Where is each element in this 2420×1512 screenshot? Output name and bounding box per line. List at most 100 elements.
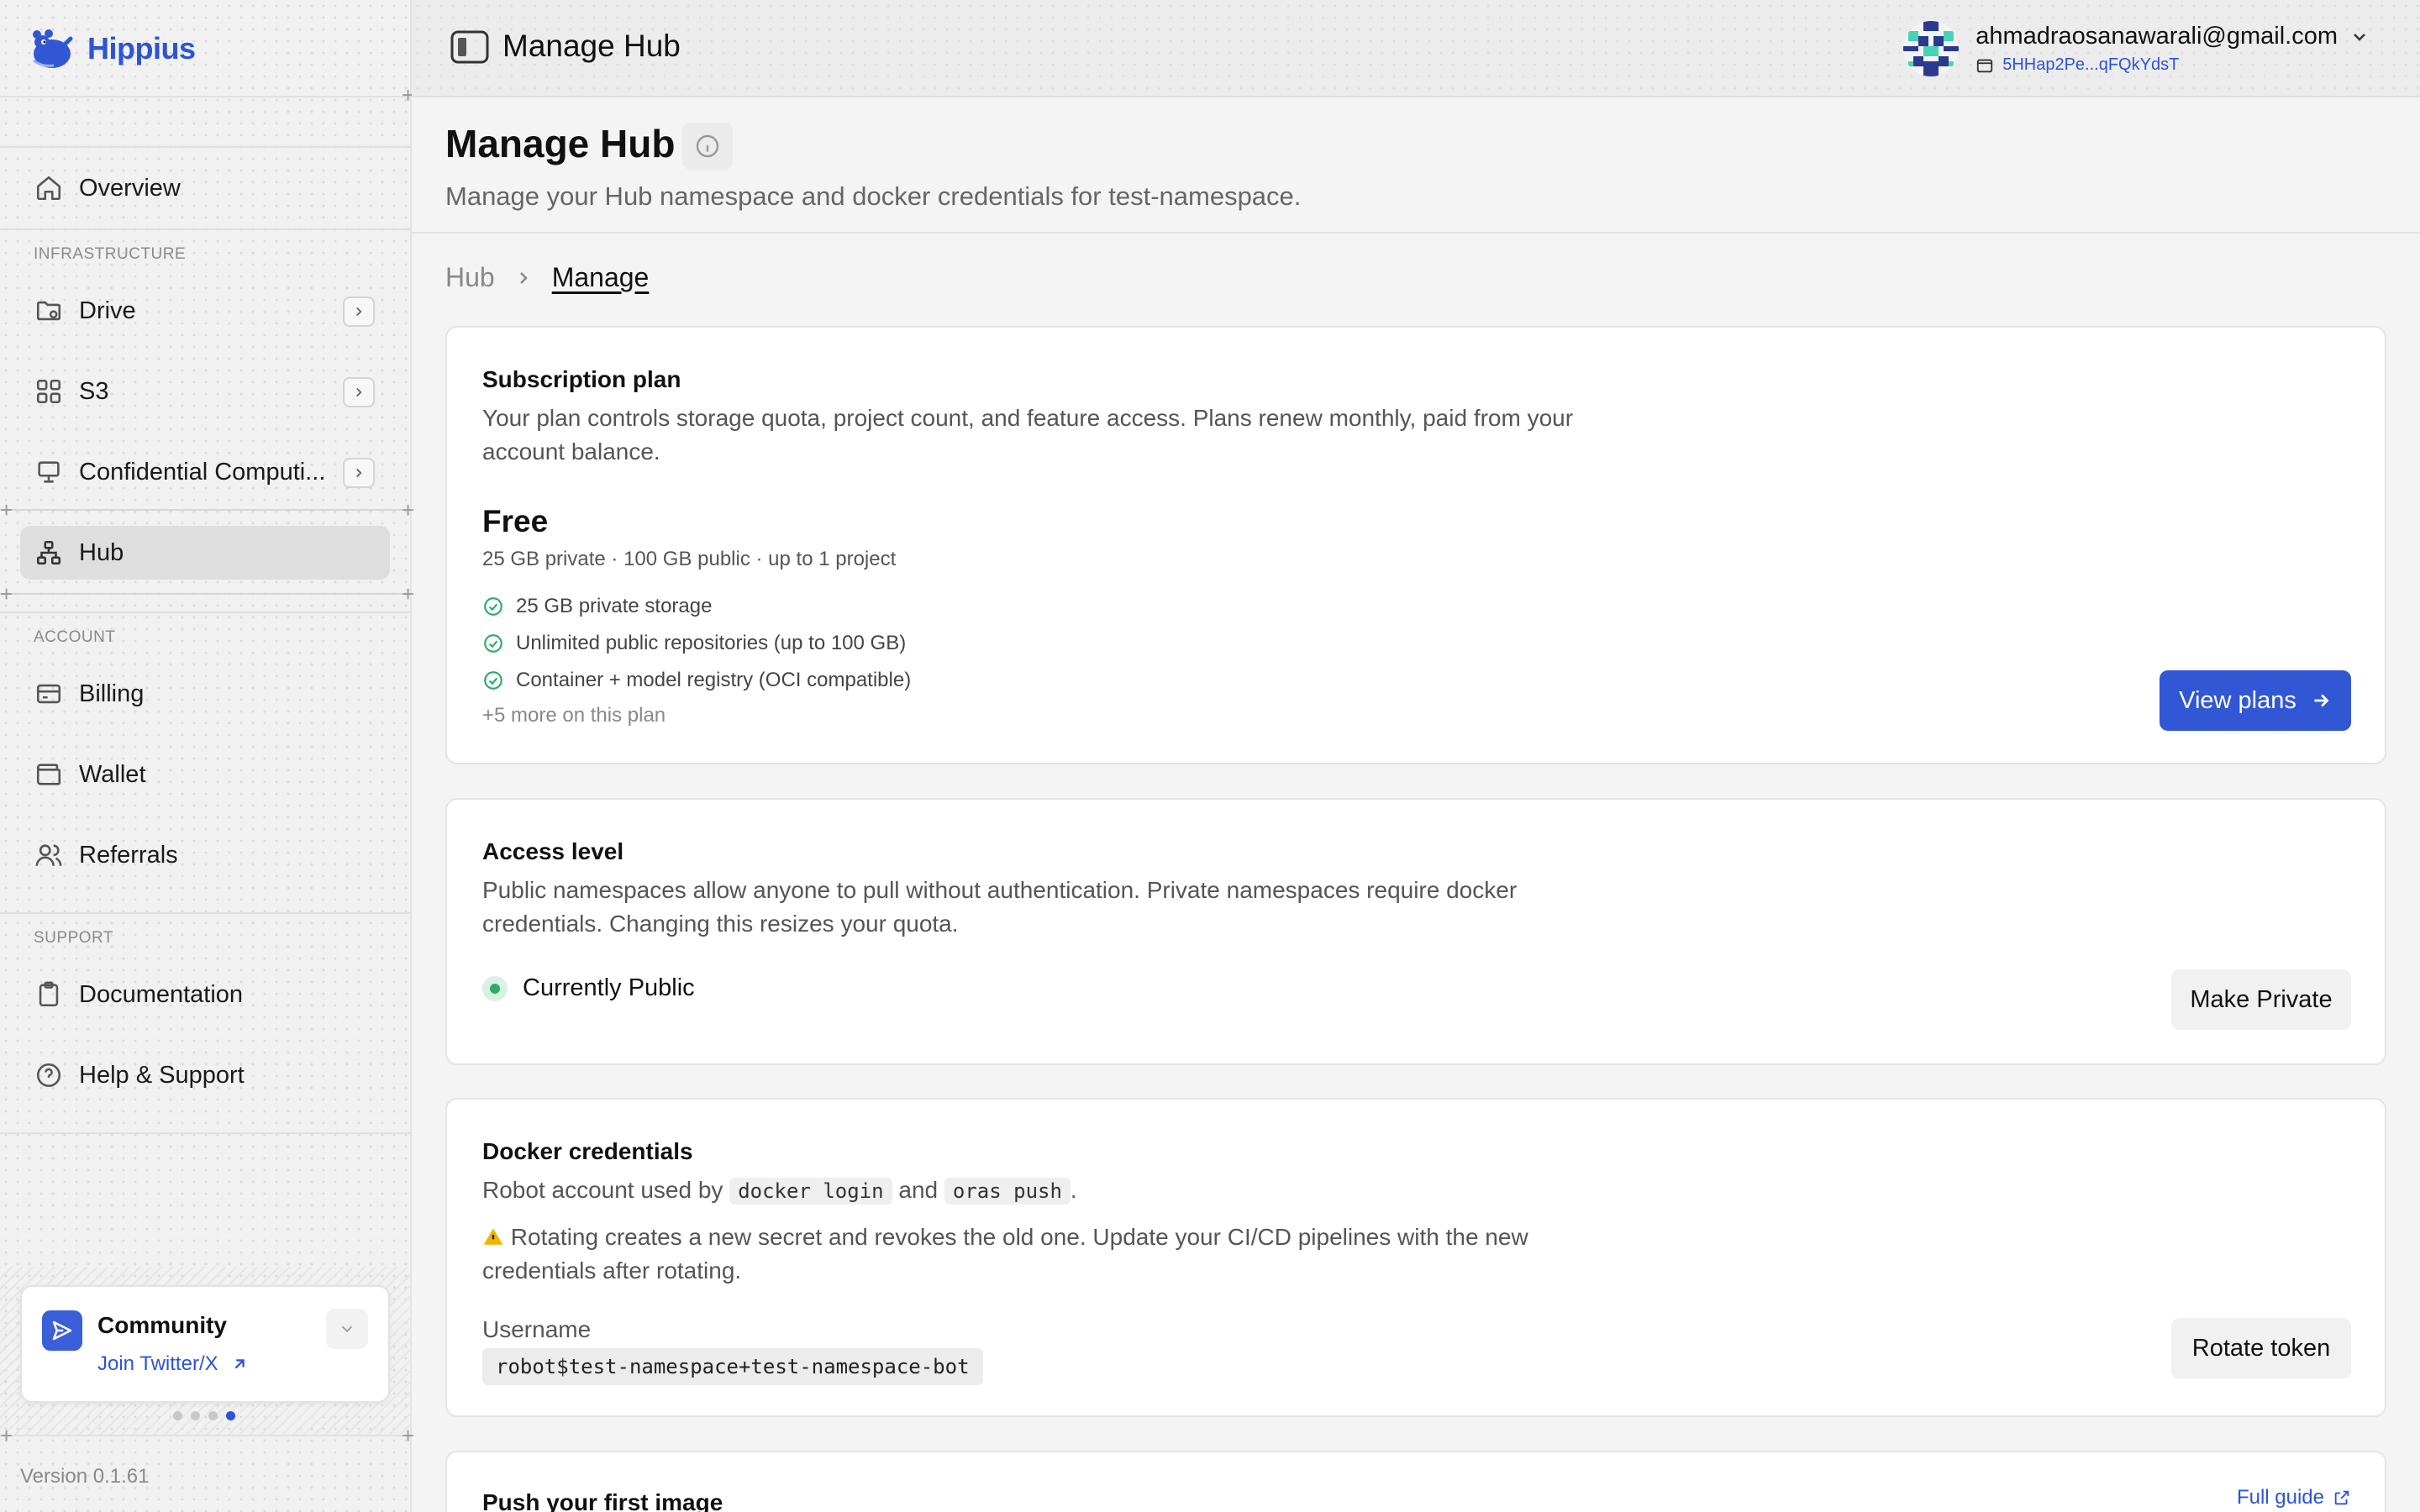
info-button[interactable] (682, 123, 733, 170)
sidebar-item-referrals[interactable]: Referrals (20, 828, 390, 882)
wallet-small-icon (1977, 59, 1993, 72)
app-version: Version 0.1.61 (20, 1465, 150, 1488)
sidebar-item-confidential-computing[interactable]: Confidential Computi... (20, 445, 390, 499)
sidebar-item-overview[interactable]: Overview (20, 161, 390, 215)
folder-icon (34, 296, 64, 326)
account-email[interactable]: ahmadraosanawarali@gmail.com (1975, 23, 2370, 50)
page-title: Manage Hub (445, 122, 676, 165)
docker-credentials-description: Robot account used by docker login and o… (482, 1177, 1077, 1205)
plan-feature: 25 GB private storage (482, 595, 712, 618)
sidebar-toggle-icon[interactable] (450, 30, 489, 64)
access-status: Currently Public (482, 974, 695, 1002)
send-icon (42, 1310, 82, 1351)
plan-summary: 25 GB private · 100 GB public · up to 1 … (482, 548, 897, 570)
view-plans-button[interactable]: View plans (2160, 670, 2351, 731)
sidebar-item-s3[interactable]: S3 (20, 365, 390, 418)
divider (0, 912, 412, 914)
docker-credentials-title: Docker credentials (482, 1138, 693, 1164)
help-circle-icon (34, 1060, 64, 1090)
info-icon (696, 134, 719, 158)
chevron-down-icon (2354, 33, 2365, 41)
topbar-title: Manage Hub (502, 29, 681, 63)
divider (0, 96, 412, 97)
rotation-warning: Rotating creates a new secret and revoke… (482, 1224, 1528, 1284)
carousel-dot[interactable] (191, 1411, 200, 1420)
corner-mark: + (0, 1423, 13, 1448)
sidebar-item-documentation[interactable]: Documentation (20, 968, 390, 1021)
sidebar-item-wallet[interactable]: Wallet (20, 748, 390, 801)
section-label-support: SUPPORT (34, 929, 114, 947)
rotate-token-button[interactable]: Rotate token (2171, 1318, 2351, 1378)
push-image-card: Push your first image Full guide (445, 1451, 2386, 1512)
wallet-address[interactable]: 5HHap2Pe...qFQkYdsT (1975, 55, 2370, 75)
corner-mark: + (402, 497, 415, 522)
chevron-down-icon (341, 1326, 353, 1333)
warning-icon (483, 1228, 503, 1245)
wallet-icon (34, 759, 64, 790)
expand-chevron-icon[interactable] (343, 297, 375, 327)
corner-mark: + (402, 581, 415, 606)
monitor-icon (34, 457, 64, 487)
expand-chevron-icon[interactable] (343, 458, 375, 488)
plan-name: Free (482, 504, 549, 538)
section-label-infrastructure: INFRASTRUCTURE (34, 245, 187, 263)
status-dot-icon (482, 975, 508, 1001)
clipboard-icon (34, 979, 64, 1010)
community-title: Community (97, 1312, 227, 1338)
community-card: Community Join Twitter/X (20, 1285, 390, 1403)
sidebar-item-help-support[interactable]: Help & Support (20, 1048, 390, 1102)
app-logo[interactable]: Hippius (25, 20, 196, 77)
divider (0, 146, 412, 148)
top-bar: Manage Hub ahmadraosanawarali@gmail.com (412, 0, 2420, 97)
subscription-description: Your plan controls storage quota, projec… (482, 405, 1574, 465)
divider (0, 228, 412, 230)
docker-credentials-card: Docker credentials Robot account used by… (445, 1098, 2386, 1417)
divider (0, 509, 412, 511)
sidebar-item-billing[interactable]: Billing (20, 667, 390, 721)
plan-more-features[interactable]: +5 more on this plan (482, 704, 666, 727)
carousel-dot[interactable] (208, 1411, 218, 1420)
divider (0, 593, 412, 595)
access-level-card: Access level Public namespaces allow any… (445, 798, 2386, 1065)
carousel-dots[interactable] (173, 1411, 235, 1420)
subscription-card: Subscription plan Your plan controls sto… (445, 326, 2386, 764)
credit-card-icon (34, 679, 64, 709)
divider (0, 1435, 412, 1436)
carousel-dot[interactable] (173, 1411, 182, 1420)
page-subtitle: Manage your Hub namespace and docker cre… (445, 181, 1302, 211)
carousel-dot-active[interactable] (226, 1411, 235, 1420)
corner-mark: + (0, 581, 13, 606)
make-private-button[interactable]: Make Private (2171, 969, 2351, 1030)
access-level-description: Public namespaces allow anyone to pull w… (482, 877, 1518, 937)
sidebar-item-drive[interactable]: Drive (20, 284, 390, 338)
users-icon (34, 840, 64, 870)
divider (0, 612, 412, 613)
app-name: Hippius (87, 31, 196, 66)
plan-feature: Unlimited public repositories (up to 100… (482, 632, 906, 655)
check-circle-icon (484, 634, 502, 653)
home-icon (34, 173, 64, 203)
arrow-right-icon (2314, 694, 2329, 707)
avatar (1903, 21, 1960, 76)
breadcrumb-manage[interactable]: Manage (552, 262, 650, 293)
join-twitter-link[interactable]: Join Twitter/X (97, 1352, 249, 1376)
arrow-up-right-icon (234, 1359, 245, 1369)
username-value[interactable]: robot$test-namespace+test-namespace-bot (482, 1348, 983, 1385)
push-image-title: Push your first image (482, 1489, 723, 1512)
subscription-title: Subscription plan (482, 366, 681, 392)
breadcrumb: Hub Manage (445, 262, 649, 293)
divider (0, 1132, 412, 1134)
username-label: Username (482, 1316, 592, 1342)
sidebar-item-hub[interactable]: Hub (20, 526, 390, 580)
oras-push-code: oras push (944, 1178, 1071, 1205)
breadcrumb-hub[interactable]: Hub (445, 262, 495, 293)
account-menu[interactable]: ahmadraosanawarali@gmail.com 5HHap2Pe...… (1903, 18, 2370, 79)
expand-chevron-icon[interactable] (343, 377, 375, 407)
page-header: Manage Hub Manage your Hub namespace and… (412, 99, 2420, 234)
docker-login-code: docker login (729, 1178, 892, 1205)
full-guide-link[interactable]: Full guide (2237, 1486, 2351, 1509)
sidebar: Hippius + Overview INFRASTRUCTURE Drive … (0, 0, 415, 1512)
corner-mark: + (402, 1423, 415, 1448)
access-level-title: Access level (482, 838, 624, 864)
community-collapse-button[interactable] (326, 1309, 368, 1349)
